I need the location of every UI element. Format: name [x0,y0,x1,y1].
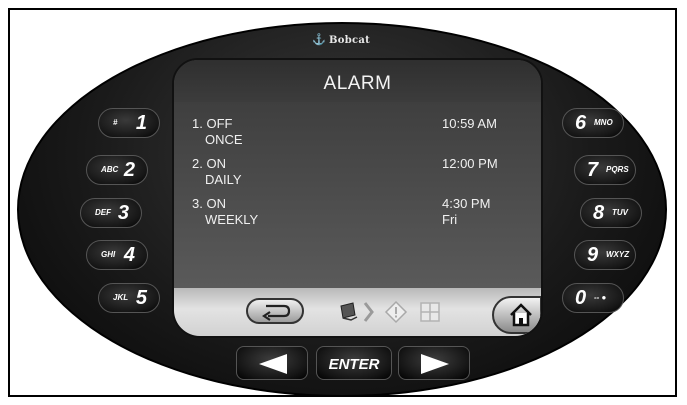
screen-footer-toolbar [174,288,541,336]
chevron-right-icon [363,302,374,322]
alarm-status: ON [206,156,226,171]
key-0[interactable]: 0 -- ● [562,283,624,313]
alarm-time: 4:30 PM [442,196,491,211]
monitor-icon[interactable] [337,300,361,324]
key-1[interactable]: # 1 [98,108,160,138]
alarm-time: 12:00 PM [442,156,498,171]
bobcat-logo-icon: ⚓ [312,33,326,46]
screen-title: ALARM [323,73,392,94]
alarm-time: 10:59 AM [442,116,497,131]
key-3[interactable]: DEF 3 [80,198,142,228]
alarm-number: 2. [192,156,203,171]
alarm-status: ON [206,196,226,211]
left-arrow-button[interactable] [236,346,308,380]
key-2[interactable]: ABC 2 [86,155,148,185]
warning-diamond-icon[interactable] [384,300,408,324]
back-button[interactable] [246,298,304,324]
key-9[interactable]: 9 WXYZ [574,240,636,270]
enter-button[interactable]: ENTER [316,346,392,380]
alarm-list: 1. OFF ONCE 10:59 AM 2. ON DAILY 12:00 P… [174,102,541,288]
back-arrow-icon [262,304,291,321]
display-screen: ALARM 1. OFF ONCE 10:59 AM 2. ON DAILY 1… [172,58,543,338]
alarm-frequency: DAILY [205,172,242,187]
key-6[interactable]: 6 MNO [562,108,624,138]
home-button[interactable] [492,296,541,334]
key-5[interactable]: JKL 5 [98,283,160,313]
key-8[interactable]: 8 TUV [580,198,642,228]
alarm-frequency: WEEKLY [205,212,259,227]
right-arrow-button[interactable] [398,346,470,380]
key-7[interactable]: 7 PQRS [574,155,636,185]
key-4[interactable]: GHI 4 [86,240,148,270]
home-icon [510,303,532,327]
alarm-day: Fri [442,212,458,227]
alarm-status: OFF [206,116,233,131]
alarm-number: 3. [192,196,203,211]
screen-header: ALARM [174,60,541,103]
brand-logo: ⚓ Bobcat [312,33,371,46]
left-triangle-icon [259,354,287,374]
grid-icon[interactable] [418,300,442,324]
right-triangle-icon [421,354,449,374]
alarm-number: 1. [192,116,203,131]
alarm-frequency: ONCE [205,132,243,147]
